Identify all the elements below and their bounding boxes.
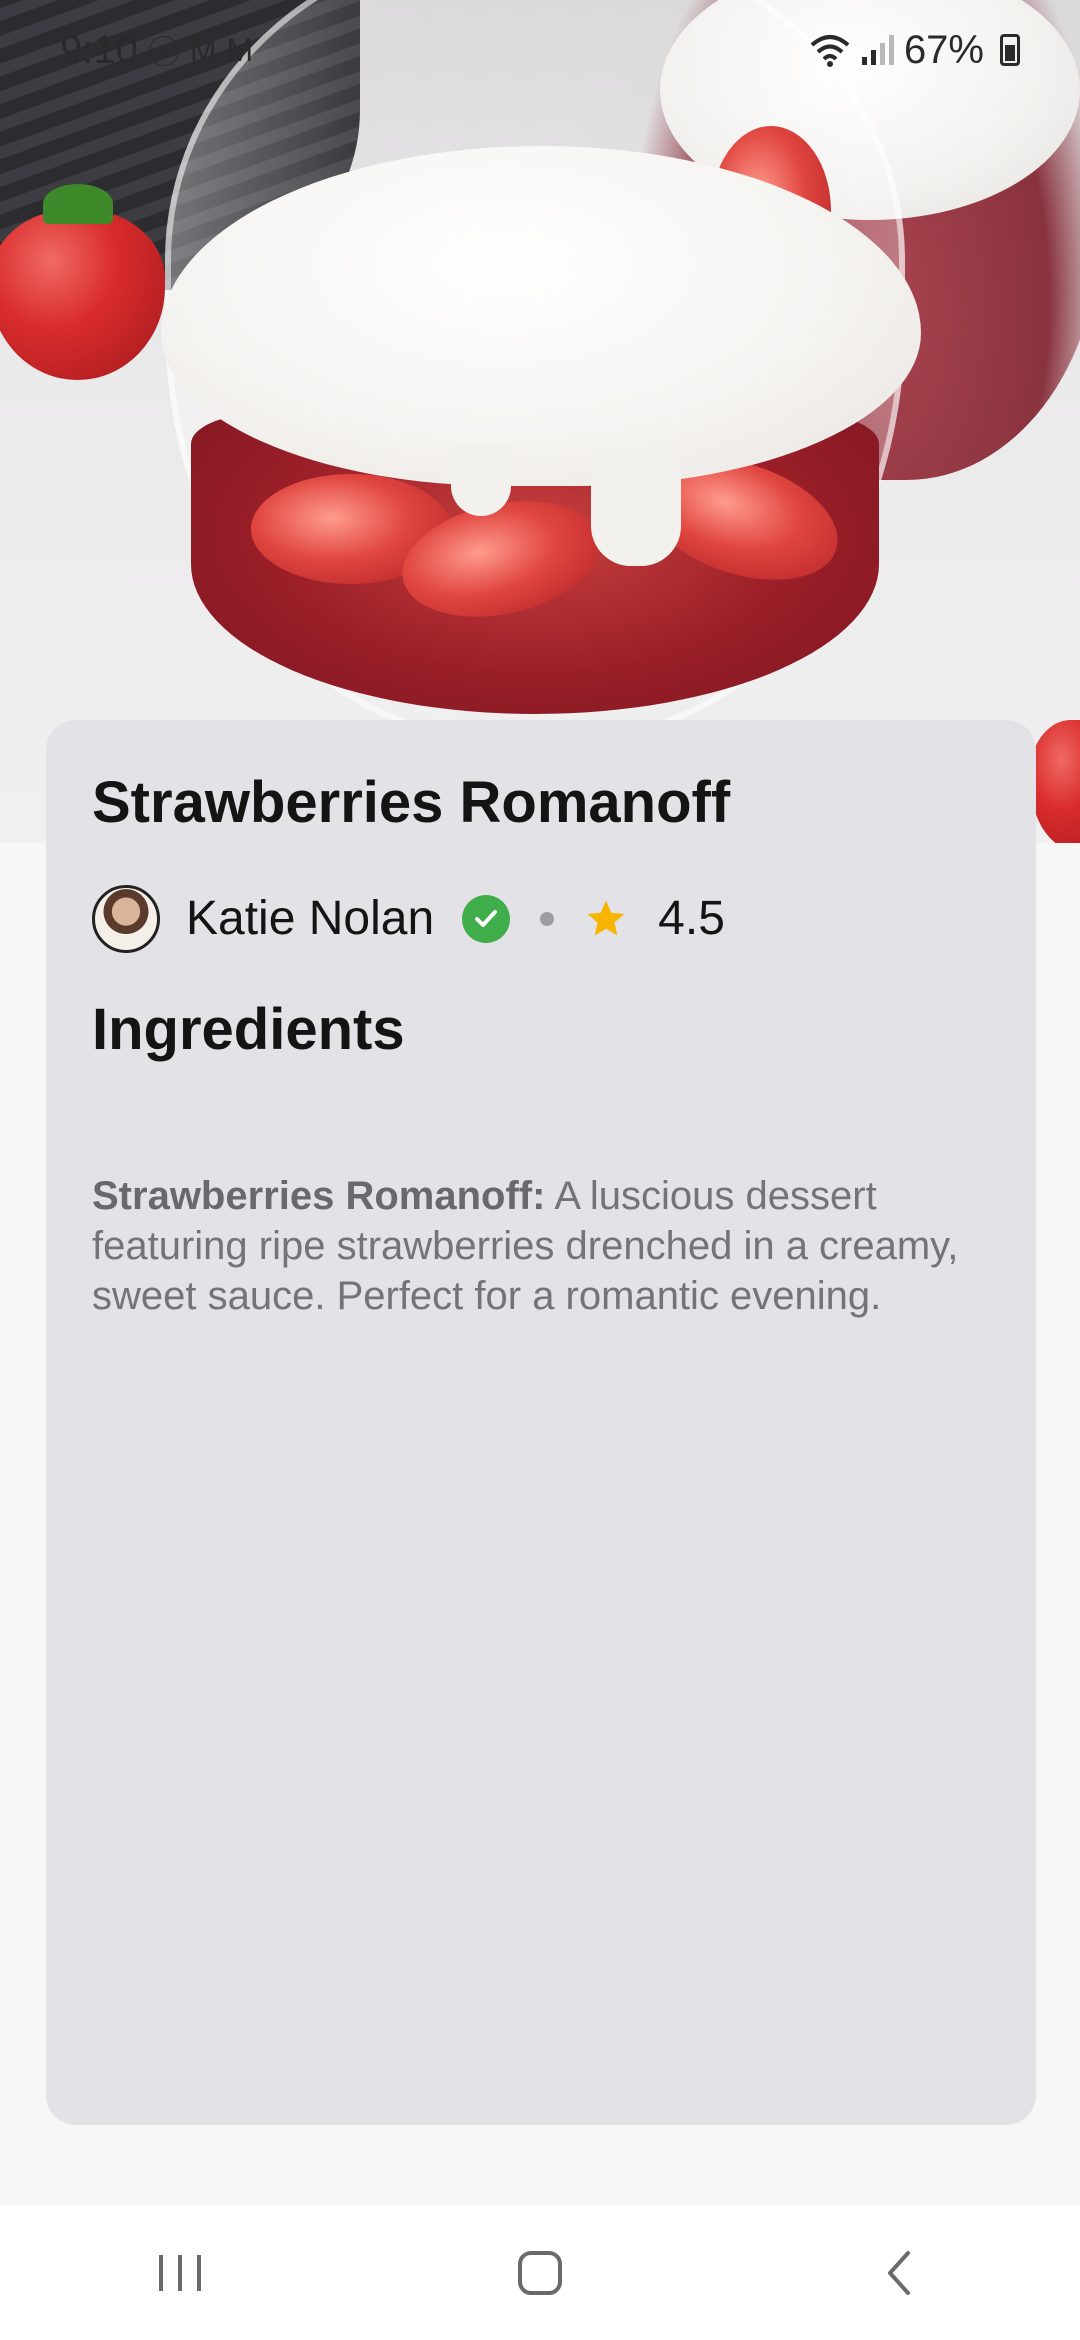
gmail-icon: M [189,31,217,68]
signal-icon [861,35,894,65]
home-icon [518,2250,562,2295]
author-avatar[interactable] [92,884,160,953]
recents-icon [159,2254,201,2291]
author-row[interactable]: Katie Nolan 4.5 [92,884,990,954]
verified-badge-icon [462,894,511,943]
gmail-icon: M [226,31,254,68]
rating-value: 4.5 [658,892,725,946]
status-bar: 9:10 ⓢ M M 67% [0,0,1080,100]
dessert-glass [161,0,921,740]
battery-percent: 67% [903,27,984,72]
recipe-hero-image [0,0,1080,843]
strawberry-left [0,184,165,380]
recipe-title: Strawberries Romanoff [92,770,731,835]
recipe-detail-screen: 9:10 ⓢ M M 67% Strawberries Romanoff Kat… [0,0,1080,2340]
status-time: 9:10 [60,27,138,72]
system-navigation-bar [0,2205,1080,2340]
recipe-card: Strawberries Romanoff Katie Nolan 4.5 In… [46,720,1036,2125]
dollar-icon: ⓢ [147,34,180,70]
separator-dot [540,911,555,926]
recipe-description: Strawberries Romanoff: A luscious desser… [92,1171,972,1321]
back-icon [888,2250,910,2295]
home-button[interactable] [480,2228,600,2318]
strawberry-right [1030,720,1080,843]
author-name[interactable]: Katie Nolan [186,891,434,946]
recents-button[interactable] [120,2228,240,2318]
wifi-icon [810,35,850,67]
star-icon [587,900,625,936]
ingredients-heading: Ingredients [92,996,405,1062]
back-button[interactable] [840,2228,960,2318]
description-label: Strawberries Romanoff: [92,1173,546,1218]
battery-icon [1000,34,1020,66]
